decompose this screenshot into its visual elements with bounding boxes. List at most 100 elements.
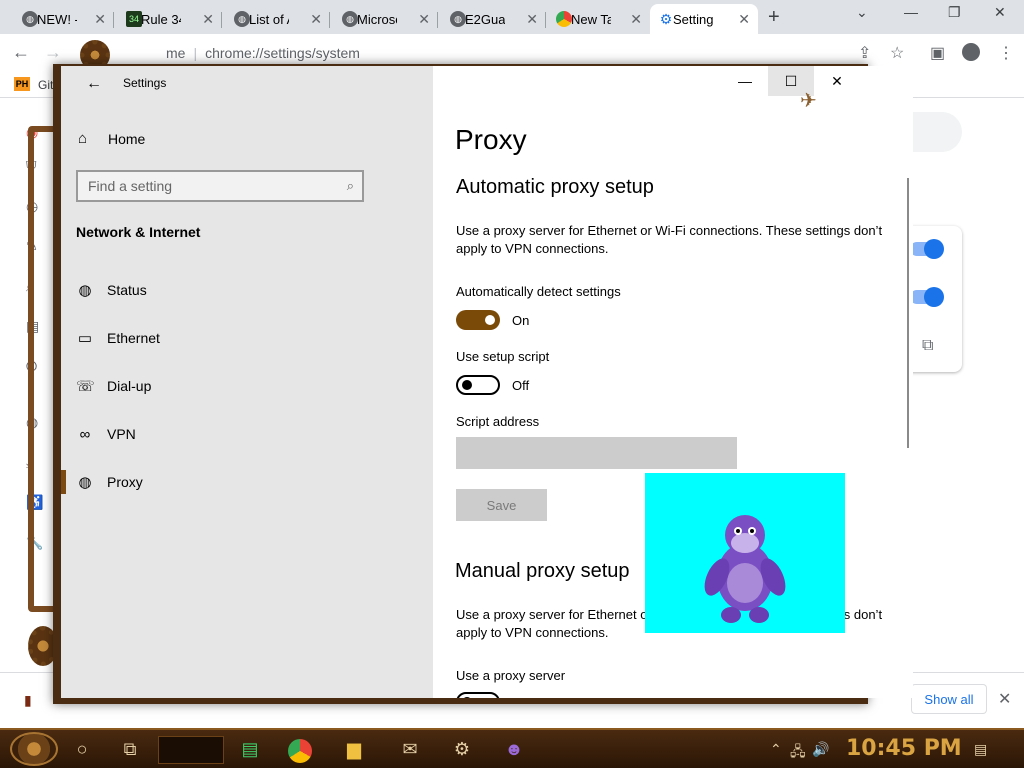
nav-item-label: Proxy [107, 474, 143, 490]
tab-label: New Tal [571, 11, 611, 27]
network-icon[interactable]: 🖧 [790, 741, 806, 765]
browser-tab-active[interactable]: ⚙ Setting ✕ [650, 4, 758, 34]
bookmark-label[interactable]: Git [38, 78, 53, 92]
browser-tab[interactable]: New Tal ✕ [548, 4, 650, 34]
browser-tab[interactable]: ◍ E2Guar ✕ [442, 4, 546, 34]
tab-label: E2Guar [465, 11, 505, 27]
settings-sidebar: ← Settings ⌂ Home Find a setting ⌕ Netwo… [61, 66, 433, 698]
home-label: Home [108, 130, 146, 147]
search-icon: ⌕ [346, 178, 354, 193]
notes-icon[interactable]: ▤ [236, 736, 264, 762]
chrome-toggle[interactable] [910, 287, 944, 307]
bonzibuddy-taskbar-icon[interactable]: ☻ [500, 736, 528, 762]
cortana-icon[interactable]: ○ [68, 736, 96, 762]
nav-item-vpn[interactable]: ∞ VPN [61, 419, 433, 449]
address-bar[interactable]: me | chrome://settings/system [132, 39, 892, 67]
open-external-icon[interactable]: ⧉ [922, 337, 933, 355]
chrome-icon [556, 11, 572, 27]
browser-tab[interactable]: ◍ NEW! - ✕ [14, 4, 114, 34]
nav-item-label: Dial-up [107, 378, 152, 394]
auto-detect-state: On [512, 313, 530, 328]
automatic-proxy-description: Use a proxy server for Ethernet or Wi-Fi… [456, 223, 883, 256]
download-file-icon[interactable]: ▮ [24, 692, 32, 709]
forward-icon[interactable]: → [44, 42, 62, 63]
bonzibuddy-overlay[interactable] [645, 473, 845, 633]
back-arrow-icon[interactable]: ← [86, 75, 102, 93]
notifications-icon[interactable]: ▤ [974, 741, 987, 758]
nav-item-proxy[interactable]: ◍ Proxy [61, 467, 433, 497]
close-icon[interactable]: ✕ [814, 66, 860, 96]
nav-item-ethernet[interactable]: ▭ Ethernet [61, 323, 433, 353]
auto-detect-label: Automatically detect settings [456, 284, 621, 299]
setup-script-toggle[interactable] [456, 375, 500, 395]
home-icon: ⌂ [78, 130, 88, 147]
minimize-icon[interactable]: — [904, 4, 918, 20]
use-proxy-toggle[interactable] [456, 692, 500, 698]
script-address-label: Script address [456, 414, 540, 429]
section-heading: Network & Internet [76, 224, 201, 240]
browser-tab[interactable]: ◍ Microso ✕ [334, 4, 438, 34]
tab-label: List of A [249, 11, 289, 27]
nav-item-status[interactable]: ◍ Status [61, 275, 433, 305]
nav-item-dialup[interactable]: ☏ Dial-up [61, 371, 433, 401]
close-tab-icon[interactable]: ✕ [526, 11, 538, 28]
tab-separator [221, 12, 222, 28]
tab-label: Setting [673, 11, 713, 27]
share-icon[interactable]: ⇪ [858, 43, 871, 63]
find-setting-input[interactable]: Find a setting ⌕ [76, 170, 364, 202]
globe-icon: ◍ [342, 11, 358, 27]
file-explorer-icon[interactable]: ▆ [340, 736, 368, 762]
chevron-down-icon[interactable]: ⌄ [856, 4, 868, 21]
minimize-icon[interactable]: — [722, 66, 768, 96]
rule34-icon: 34 [126, 11, 142, 27]
use-proxy-label: Use a proxy server [456, 668, 566, 683]
tab-label: Microso [357, 11, 397, 27]
restore-icon[interactable]: ❐ [948, 4, 961, 21]
close-tab-icon[interactable]: ✕ [738, 11, 750, 28]
tab-separator [437, 12, 438, 28]
browser-tab[interactable]: 34 Rule 34 ✕ [118, 4, 222, 34]
close-tab-icon[interactable]: ✕ [202, 11, 214, 28]
chrome-icon[interactable] [288, 739, 312, 763]
window-title: Settings [123, 76, 167, 90]
globe-icon: ◍ [234, 11, 250, 27]
show-all-button[interactable]: Show all [911, 684, 987, 714]
star-icon[interactable]: ☆ [890, 43, 904, 63]
chevron-up-icon[interactable]: ⌃ [770, 741, 782, 758]
manual-proxy-heading: Manual proxy setup [455, 560, 630, 582]
scrollbar[interactable] [907, 178, 909, 448]
clock[interactable]: 10:45 PM [846, 736, 962, 761]
close-tab-icon[interactable]: ✕ [418, 11, 430, 28]
omnibox-url: chrome://settings/system [205, 45, 360, 61]
taskbar-search-slot[interactable] [158, 736, 224, 764]
close-tab-icon[interactable]: ✕ [630, 11, 642, 28]
close-icon[interactable]: ✕ [998, 689, 1011, 709]
back-icon[interactable]: ← [12, 42, 30, 63]
automatic-proxy-heading: Automatic proxy setup [456, 176, 654, 198]
tab-separator [329, 12, 330, 28]
profile-avatar[interactable] [962, 43, 980, 61]
browser-tab[interactable]: ◍ List of A ✕ [226, 4, 330, 34]
steampunk-cursor-icon: ✈ [800, 90, 817, 112]
side-panel-icon[interactable]: ▣ [930, 43, 945, 63]
script-address-input[interactable] [456, 437, 737, 469]
nav-item-label: Status [107, 282, 147, 298]
home-link[interactable]: ⌂ Home [78, 130, 145, 147]
auto-detect-toggle[interactable] [456, 310, 500, 330]
gear-icon[interactable]: ⚙ [448, 736, 476, 762]
start-button[interactable] [10, 732, 58, 766]
app-icon[interactable]: ✉ [396, 736, 424, 762]
nav-item-label: Ethernet [107, 330, 160, 346]
save-button[interactable]: Save [456, 489, 547, 521]
close-tab-icon[interactable]: ✕ [310, 11, 322, 28]
volume-icon[interactable]: 🔊 [812, 741, 829, 758]
more-menu-icon[interactable]: ⋮ [998, 43, 1014, 63]
new-tab-icon[interactable]: + [768, 6, 780, 29]
bookmark-logo[interactable]: PH [14, 77, 30, 91]
close-tab-icon[interactable]: ✕ [94, 11, 106, 28]
task-view-icon[interactable]: ⧉ [116, 736, 144, 762]
close-icon[interactable]: ✕ [994, 4, 1006, 21]
browser-tab-strip: ◍ NEW! - ✕ 34 Rule 34 ✕ ◍ List of A ✕ ◍ … [0, 0, 1024, 34]
chrome-toggle[interactable] [910, 239, 944, 259]
setup-script-label: Use setup script [456, 349, 550, 364]
